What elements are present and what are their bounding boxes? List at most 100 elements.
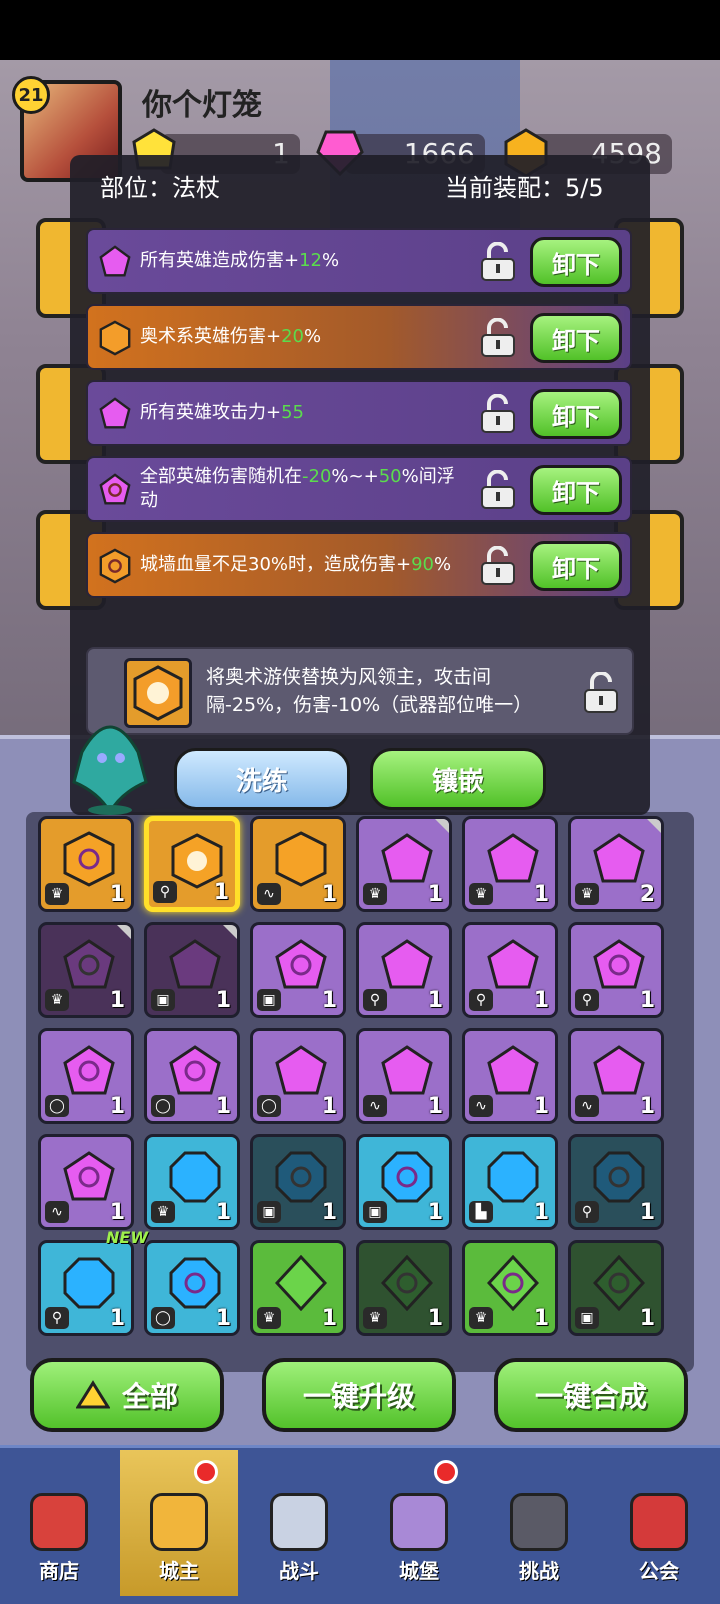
one-key-compose-button[interactable]: 一键合成 <box>494 1358 688 1432</box>
gem-cell[interactable]: ⚲ 1 <box>356 922 452 1018</box>
unequip-button[interactable]: 卸下 <box>530 389 622 439</box>
affix-text: % <box>304 326 322 347</box>
slot-label: 部位：法杖 <box>100 174 220 202</box>
gem-cell[interactable]: ◯ 1 <box>250 1028 346 1124</box>
gem-count: 1 <box>109 882 125 907</box>
filter-all-label: 全部 <box>121 1380 178 1413</box>
gem-cell[interactable]: ⚲ 1 <box>568 1134 664 1230</box>
slot-type-icon: ♛ <box>151 1201 175 1223</box>
filter-all-button[interactable]: 全部 <box>30 1358 224 1432</box>
affix-description: 城墙血量不足30%时，造成伤害+90% <box>140 534 470 596</box>
gem-icon <box>275 1151 327 1203</box>
nav-castle[interactable]: 城堡 <box>360 1450 478 1596</box>
unlock-icon[interactable] <box>480 394 516 434</box>
status-bar <box>0 0 720 60</box>
slot-type-icon: ◯ <box>151 1095 175 1117</box>
unequip-button[interactable]: 卸下 <box>530 313 622 363</box>
nav-crown[interactable]: 城主 <box>120 1450 238 1596</box>
gem-icon <box>275 1045 327 1095</box>
gem-count: 2 <box>639 882 655 907</box>
gem-cell[interactable]: ♛ 1 <box>144 1134 240 1230</box>
nav-crossed-swords[interactable]: 战斗 <box>240 1450 358 1596</box>
unlock-icon[interactable] <box>480 318 516 358</box>
unequip-button[interactable]: 卸下 <box>530 237 622 287</box>
affix-text: 城墙血量不足30%时，造成伤害+ <box>140 554 412 575</box>
reroll-button[interactable]: 洗练 <box>174 748 350 810</box>
one-key-upgrade-button[interactable]: 一键升级 <box>262 1358 456 1432</box>
unlock-icon[interactable] <box>480 470 516 510</box>
guild-banner-icon <box>630 1493 688 1551</box>
gem-cell[interactable]: ♛ 1 <box>462 816 558 912</box>
gem-cell[interactable]: ◯ 1 <box>144 1240 240 1336</box>
gem-cell[interactable]: ♛ 1 <box>356 1240 452 1336</box>
slot-type-icon: ∿ <box>575 1095 599 1117</box>
gem-cell[interactable]: ∿ 1 <box>356 1028 452 1124</box>
corner-marker <box>435 819 449 833</box>
demon-mask-icon <box>510 1493 568 1551</box>
gem-cell[interactable]: ▙ 1 <box>462 1134 558 1230</box>
gem-icon <box>487 1255 539 1311</box>
gem-cell[interactable]: ∿ 1 <box>38 1134 134 1230</box>
equip-count: 当前装配：5/5 <box>445 174 604 202</box>
gem-cell[interactable]: ♛ 1 <box>38 816 134 912</box>
nav-demon-mask[interactable]: 挑战 <box>480 1450 598 1596</box>
gem-cell[interactable]: ▣ 1 <box>356 1134 452 1230</box>
affix-description: 所有英雄攻击力+55 <box>140 382 470 444</box>
gem-icon <box>63 831 115 887</box>
gem-count: 1 <box>321 1200 337 1225</box>
affix-description: 奥术系英雄伤害+20% <box>140 306 470 368</box>
gem-cell[interactable]: ◯ 1 <box>144 1028 240 1124</box>
gem-count: 1 <box>533 988 549 1013</box>
gem-icon <box>381 1255 433 1311</box>
gem-cell-selected[interactable]: ⚲ 1 <box>144 816 240 912</box>
gem-cell[interactable]: ∿ 1 <box>462 1028 558 1124</box>
purple-pentagon-gem-icon <box>99 397 131 429</box>
affix-text: % <box>322 250 340 271</box>
gem-cell[interactable]: ▣ 1 <box>144 922 240 1018</box>
nav-shop[interactable]: 商店 <box>0 1450 118 1596</box>
gem-cell[interactable]: ♛ 1 <box>38 922 134 1018</box>
slot-type-icon: ♛ <box>45 989 69 1011</box>
nav-label: 城堡 <box>399 1559 439 1583</box>
unequip-button[interactable]: 卸下 <box>530 465 622 515</box>
gem-cell[interactable]: ∿ 1 <box>568 1028 664 1124</box>
slot-type-icon: ◯ <box>45 1095 69 1117</box>
affix-text: %~+ <box>331 466 379 487</box>
gem-icon <box>487 833 539 883</box>
gem-cell[interactable]: ◯ 1 <box>38 1028 134 1124</box>
slot-type-icon: ▣ <box>257 989 281 1011</box>
gem-cell[interactable]: ⚲ 1 <box>568 922 664 1018</box>
gem-cell[interactable]: ♛ 2 <box>568 816 664 912</box>
gem-count: 1 <box>109 1306 125 1331</box>
slot-type-icon: ♛ <box>257 1307 281 1329</box>
gem-cell[interactable]: ⚲ 1 <box>462 922 558 1018</box>
gem-icon <box>63 1045 115 1095</box>
gem-cell[interactable]: ♛ 1 <box>462 1240 558 1336</box>
gem-count: 1 <box>109 1094 125 1119</box>
unlock-icon[interactable] <box>480 242 516 282</box>
gem-cell[interactable]: ♛ 1 <box>250 1240 346 1336</box>
unlock-icon[interactable] <box>582 672 620 714</box>
nav-label: 挑战 <box>519 1559 559 1583</box>
gem-count: 1 <box>427 1200 443 1225</box>
gem-cell[interactable]: ▣ 1 <box>250 1134 346 1230</box>
gem-cell[interactable]: ⚲ 1 <box>38 1240 134 1336</box>
affix-row: 所有英雄造成伤害+12% 卸下 <box>86 228 632 294</box>
gem-cell[interactable]: ♛ 1 <box>356 816 452 912</box>
gem-cell[interactable]: ▣ 1 <box>568 1240 664 1336</box>
inlay-button[interactable]: 镶嵌 <box>370 748 546 810</box>
unequip-button[interactable]: 卸下 <box>530 541 622 591</box>
slot-type-icon: ⚲ <box>363 989 387 1011</box>
unequip-label: 卸下 <box>552 250 600 279</box>
nav-guild-banner[interactable]: 公会 <box>600 1450 718 1596</box>
slot-type-icon: ▣ <box>151 989 175 1011</box>
slot-type-icon: ◯ <box>151 1307 175 1329</box>
affix-value: 90 <box>411 554 434 575</box>
gem-cell[interactable]: ∿ 1 <box>250 816 346 912</box>
unlock-icon[interactable] <box>480 546 516 586</box>
slot-type-icon: ▣ <box>257 1201 281 1223</box>
gem-cell[interactable]: ▣ 1 <box>250 922 346 1018</box>
slot-type-icon: ♛ <box>469 883 493 905</box>
slot-type-icon: ⚲ <box>45 1307 69 1329</box>
nav-label: 战斗 <box>279 1559 319 1583</box>
